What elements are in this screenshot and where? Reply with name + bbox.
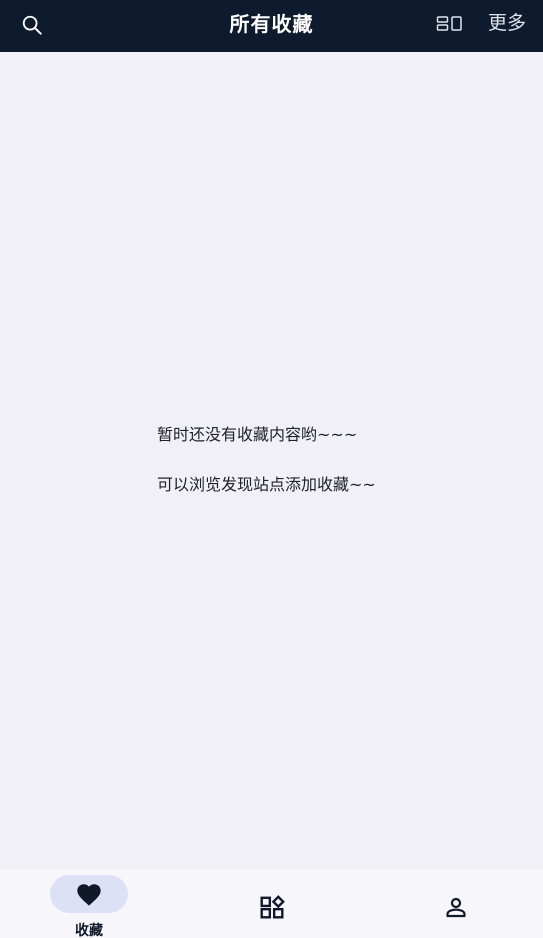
nav-item-profile[interactable] — [396, 870, 516, 938]
top-app-bar: 所有收藏 更多 — [0, 0, 543, 52]
nav-item-discover[interactable] — [212, 870, 332, 938]
app-root: 所有收藏 更多 暂时还没有收藏内容哟~~~ 可以浏览发现站点添加收藏~~ 收藏 — [0, 0, 543, 938]
heart-icon — [74, 881, 104, 907]
empty-state-message: 暂时还没有收藏内容哟~~~ — [157, 425, 358, 444]
nav-label-favorites: 收藏 — [75, 923, 103, 938]
more-button[interactable]: 更多 — [488, 0, 526, 46]
layout-toggle-icon — [436, 16, 462, 31]
empty-state-hint: 可以浏览发现站点添加收藏~~ — [157, 475, 376, 494]
layout-toggle-button[interactable] — [435, 13, 465, 35]
person-icon — [441, 894, 471, 920]
bottom-navigation: 收藏 — [0, 870, 543, 938]
nav-item-favorites[interactable]: 收藏 — [29, 870, 149, 938]
empty-state: 暂时还没有收藏内容哟~~~ 可以浏览发现站点添加收藏~~ — [157, 424, 376, 496]
discover-grid-icon — [257, 894, 287, 920]
